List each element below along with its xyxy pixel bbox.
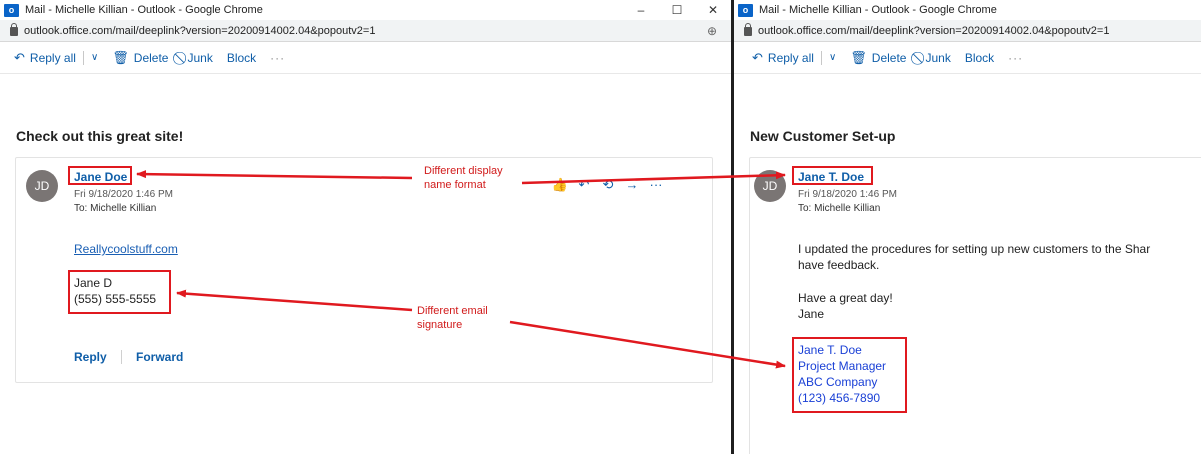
highlight-box-sender	[68, 166, 132, 185]
left-browser-window: o Mail - Michelle Killian - Outlook - Go…	[0, 0, 731, 454]
forward-icon[interactable]: →	[620, 177, 644, 193]
title-bar: o Mail - Michelle Killian - Outlook - Go…	[0, 0, 731, 20]
body-line: I updated the procedures for setting up …	[798, 242, 1151, 256]
reply-all-icon[interactable]: ⟲	[596, 177, 620, 193]
reply-icon[interactable]: ↶	[572, 177, 596, 193]
url-text[interactable]: outlook.office.com/mail/deeplink?version…	[24, 25, 707, 37]
delete-button[interactable]: 🗑 Delete	[112, 50, 168, 66]
annotation-display-name: Different display name format	[424, 165, 503, 191]
highlight-box-sender	[792, 166, 873, 185]
lock-icon	[10, 23, 18, 36]
reply-all-button[interactable]: ↶ Reply all	[14, 50, 76, 66]
footer-separator	[121, 350, 122, 364]
address-bar[interactable]: outlook.office.com/mail/deeplink?version…	[734, 20, 1201, 42]
minimize-button[interactable]: –	[623, 3, 659, 17]
recipient-line: To: Michelle Killian	[74, 203, 157, 214]
message-actions: 👍 ↶ ⟲ → ···	[548, 177, 668, 193]
body-link[interactable]: Reallycoolstuff.com	[74, 242, 178, 256]
avatar[interactable]: JD	[754, 170, 786, 202]
lock-icon	[744, 23, 752, 36]
more-icon[interactable]: ···	[644, 177, 668, 193]
right-browser-window: o Mail - Michelle Killian - Outlook - Go…	[734, 0, 1201, 454]
chevron-down-icon[interactable]: ∨	[829, 52, 836, 63]
junk-button[interactable]: ⃠ Junk	[182, 50, 212, 66]
block-button[interactable]: Block	[227, 51, 256, 65]
reply-all-icon: ↶	[752, 49, 763, 65]
chevron-down-icon[interactable]: ∨	[91, 52, 98, 63]
title-bar: o Mail - Michelle Killian - Outlook - Go…	[734, 0, 1201, 20]
trash-icon: 🗑	[850, 49, 867, 65]
more-options-icon[interactable]: ···	[1008, 51, 1023, 65]
maximize-button[interactable]: ☐	[659, 3, 695, 17]
more-options-icon[interactable]: ···	[270, 51, 285, 65]
outlook-icon: o	[4, 3, 19, 17]
mail-toolbar: ↶ Reply all ∨ 🗑 Delete ⃠ Junk Block ···	[0, 42, 731, 74]
email-subject: New Customer Set-up	[750, 128, 896, 144]
highlight-box-signature	[68, 270, 171, 314]
closing-line: Jane	[798, 307, 825, 321]
address-bar[interactable]: outlook.office.com/mail/deeplink?version…	[0, 20, 731, 42]
reply-all-icon: ↶	[14, 49, 25, 65]
url-text[interactable]: outlook.office.com/mail/deeplink?version…	[758, 25, 1201, 37]
junk-button[interactable]: ⃠ Junk	[920, 50, 950, 66]
highlight-box-signature	[792, 337, 907, 413]
toolbar-separator	[820, 50, 822, 65]
delete-button[interactable]: 🗑 Delete	[850, 50, 906, 66]
zoom-icon[interactable]: ⊕	[707, 24, 717, 38]
forward-button[interactable]: Forward	[136, 350, 183, 364]
closing-line: Have a great day!	[798, 291, 893, 305]
block-button[interactable]: Block	[965, 51, 994, 65]
window-title: Mail - Michelle Killian - Outlook - Goog…	[759, 4, 997, 16]
outlook-icon: o	[738, 3, 753, 17]
close-button[interactable]: ✕	[695, 3, 731, 17]
trash-icon: 🗑	[112, 49, 129, 65]
email-subject: Check out this great site!	[16, 128, 184, 144]
message-date: Fri 9/18/2020 1:46 PM	[74, 189, 173, 200]
mail-toolbar: ↶ Reply all ∨ 🗑 Delete ⃠ Junk Block ···	[734, 42, 1201, 74]
avatar[interactable]: JD	[26, 170, 58, 202]
toolbar-separator	[82, 50, 84, 65]
like-icon[interactable]: 👍	[548, 177, 572, 193]
reply-button[interactable]: Reply	[74, 350, 107, 364]
message-date: Fri 9/18/2020 1:46 PM	[798, 189, 897, 200]
body-line: have feedback.	[798, 258, 880, 272]
window-title: Mail - Michelle Killian - Outlook - Goog…	[25, 4, 263, 16]
annotation-signature: Different email signature	[417, 305, 488, 331]
recipient-line: To: Michelle Killian	[798, 203, 881, 214]
reply-all-button[interactable]: ↶ Reply all	[752, 50, 814, 66]
